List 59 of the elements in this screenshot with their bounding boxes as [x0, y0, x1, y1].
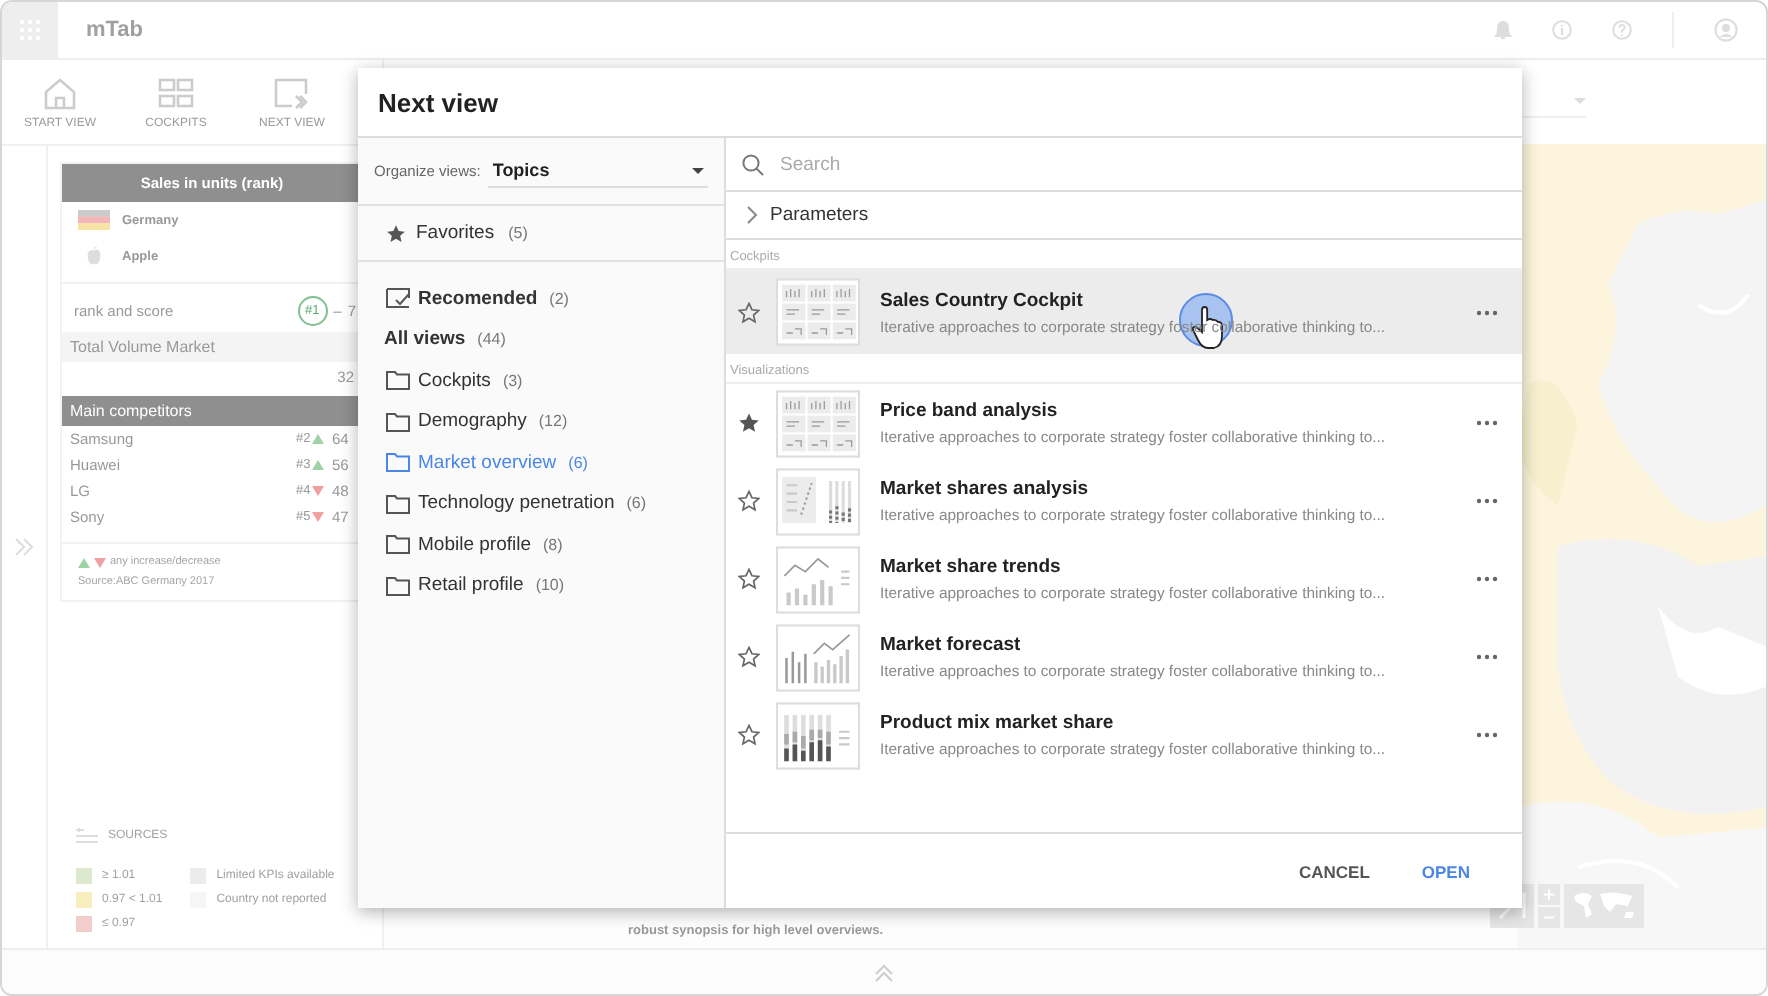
folder-icon [386, 575, 410, 596]
thumbnail-icon [776, 389, 860, 457]
topic-item[interactable]: Market overview (6) [386, 442, 724, 483]
folder-icon [386, 411, 410, 432]
home-icon [42, 75, 78, 111]
star-outline-icon[interactable] [738, 301, 760, 323]
folder-icon [386, 370, 410, 391]
next-view-icon [274, 75, 310, 111]
star-outline-icon[interactable] [738, 724, 760, 746]
chevron-icon [746, 206, 758, 224]
increase-icon [78, 557, 90, 567]
star-outline-icon[interactable] [738, 568, 760, 590]
topic-item[interactable]: Recomended (2) [386, 278, 724, 319]
topic-item[interactable]: Demography (12) [386, 401, 724, 442]
more-icon[interactable] [1472, 494, 1502, 508]
star-outline-icon[interactable] [738, 646, 760, 668]
star-icon [386, 223, 406, 243]
app-title: mTab [86, 18, 146, 42]
total-label: Total Volume Market [62, 332, 362, 362]
caret-icon [692, 167, 704, 173]
star-outline-icon[interactable] [738, 490, 760, 512]
parameters-toggle[interactable]: Parameters [726, 192, 1522, 240]
more-icon[interactable] [1472, 305, 1502, 319]
topic-item[interactable]: Retail profile (10) [386, 565, 724, 606]
caret-icon [1574, 98, 1586, 104]
favorites-item[interactable]: Favorites (5) [358, 206, 724, 262]
decrease-icon [94, 557, 106, 567]
competitors-title: Main competitors [62, 396, 362, 426]
organize-dropdown[interactable]: Topics [488, 154, 708, 188]
thumbnail-icon [776, 701, 860, 769]
thumbnail-icon [776, 545, 860, 613]
open-button[interactable]: OPEN [1417, 853, 1474, 889]
view-title: Market forecast [880, 634, 1023, 656]
folder-icon [386, 452, 410, 473]
thumbnail-icon [776, 623, 860, 691]
view-title: Sales Country Cockpit [880, 289, 1085, 311]
more-icon[interactable] [1472, 728, 1502, 742]
search-icon [742, 153, 764, 175]
star-icon[interactable] [738, 412, 760, 434]
topic-item[interactable]: All views (44) [384, 319, 724, 360]
topic-item[interactable]: Cockpits (3) [386, 360, 724, 401]
search-field[interactable]: Search [780, 144, 1506, 184]
more-icon[interactable] [1472, 416, 1502, 430]
view-title: Price band analysis [880, 400, 1060, 422]
folder-icon [386, 534, 410, 555]
more-icon[interactable] [1472, 572, 1502, 586]
thumbnail-icon [776, 278, 860, 346]
topic-item[interactable]: Technology penetration (6) [386, 483, 724, 524]
view-title: Product mix market share [880, 712, 1116, 734]
thumbnail-icon [776, 467, 860, 535]
grid-icon [158, 75, 194, 111]
topic-item[interactable]: Mobile profile (8) [386, 524, 724, 565]
cancel-button[interactable]: CANCEL [1294, 853, 1374, 889]
more-icon[interactable] [1472, 650, 1502, 664]
view-title: Market shares analysis [880, 478, 1091, 500]
flag-icon [78, 210, 110, 230]
checklist-icon [386, 288, 410, 309]
view-title: Market share trends [880, 556, 1063, 578]
folder-icon [386, 493, 410, 514]
